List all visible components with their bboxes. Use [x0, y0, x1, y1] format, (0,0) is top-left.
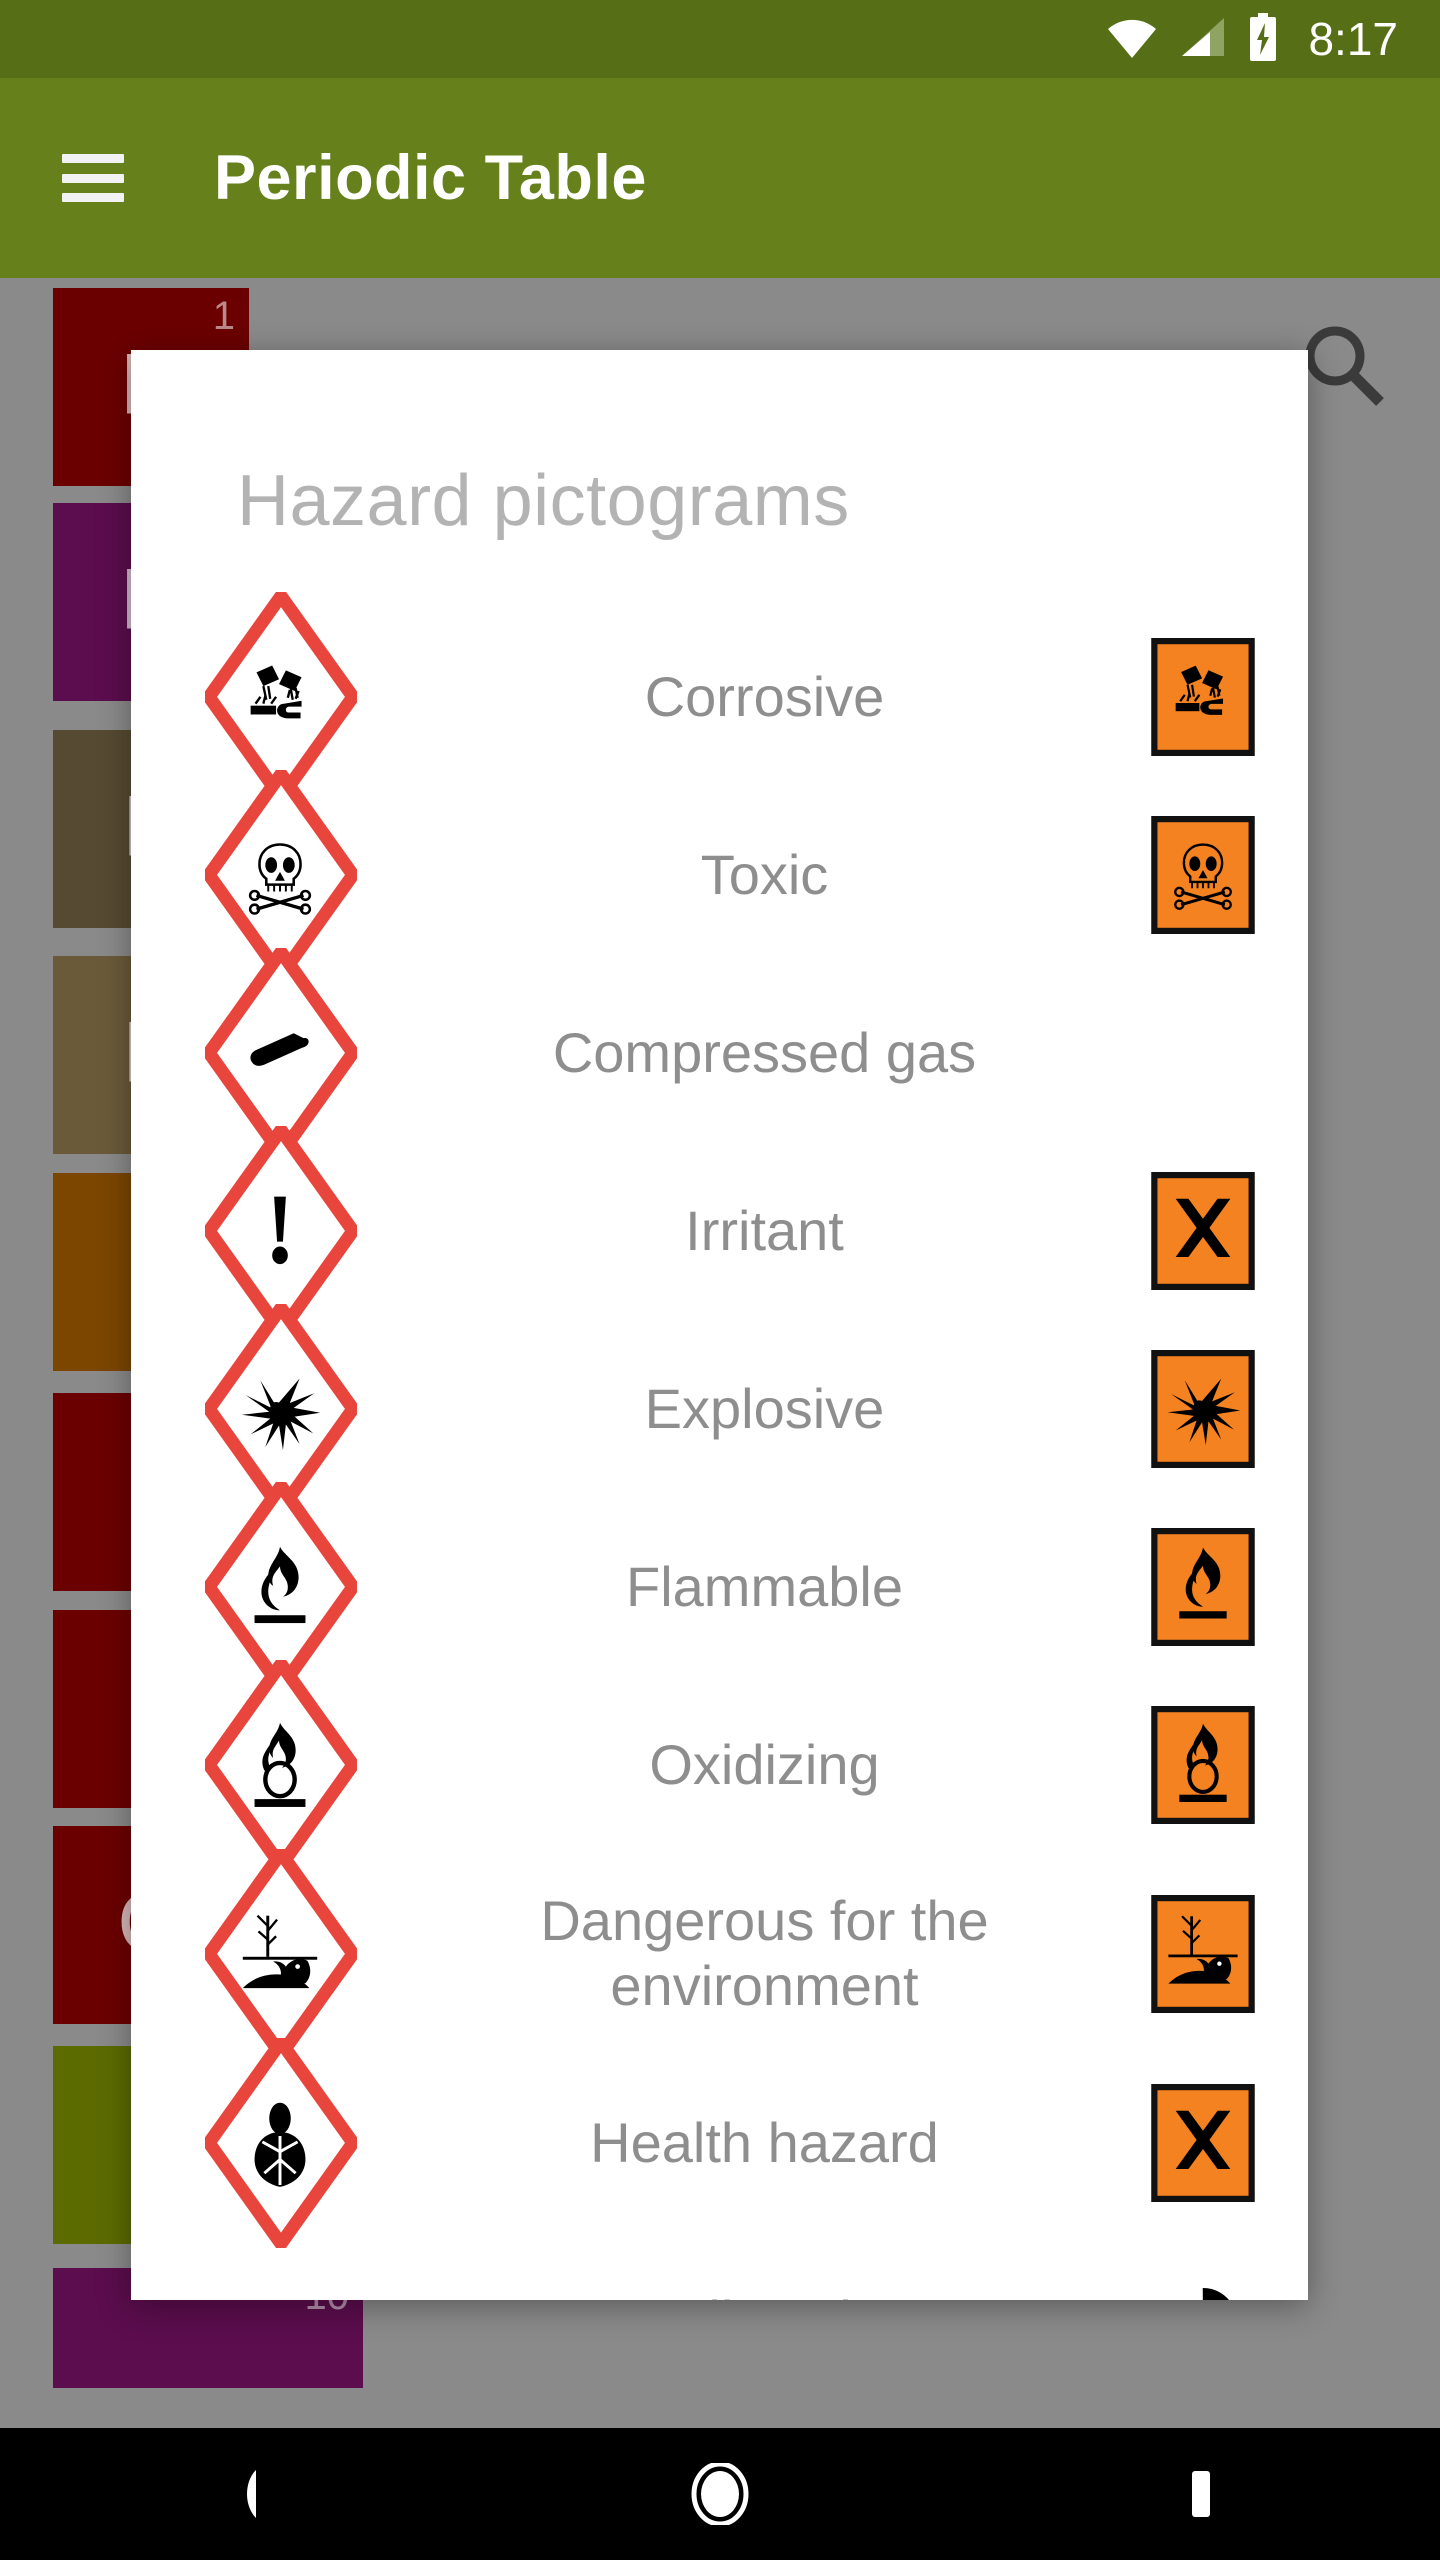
- hazard-label: Oxidizing: [649, 1732, 880, 1796]
- old-toxic-icon: [1098, 816, 1308, 934]
- old-harmful-x-icon: [1098, 2084, 1308, 2202]
- hazard-row[interactable]: Toxic: [131, 770, 1308, 980]
- ghs-environment-icon: [131, 1849, 431, 2059]
- hazard-row[interactable]: Oxidizing: [131, 1660, 1308, 1870]
- app-bar: Periodic Table: [0, 78, 1440, 278]
- hazard-label: Dangerous for the environment: [540, 1889, 989, 2017]
- old-flame-icon: [1098, 1528, 1308, 1646]
- search-icon[interactable]: [1296, 318, 1392, 414]
- dialog-title: Hazard pictograms: [237, 461, 850, 541]
- status-bar-clock: 8:17: [1308, 13, 1398, 65]
- hamburger-menu-icon[interactable]: [62, 154, 124, 202]
- recents-square-icon[interactable]: [1135, 2449, 1265, 2539]
- ghs-health-hazard-icon: [131, 2038, 431, 2248]
- hazard-pictograms-dialog: Hazard pictograms Corrosive Toxic Compre…: [131, 350, 1308, 2300]
- old-harmful-x-icon: [1098, 1172, 1308, 1290]
- hazard-pictogram-list[interactable]: Corrosive Toxic Compressed gas Irritant …: [131, 592, 1308, 2300]
- hazard-label: Explosive: [644, 1376, 885, 1440]
- legacy-orange-square: [1151, 1895, 1255, 2013]
- hazard-label: Corrosive: [644, 664, 885, 728]
- legacy-orange-square: [1151, 816, 1255, 934]
- legacy-orange-square: [1151, 1706, 1255, 1824]
- android-navigation-bar: [0, 2428, 1440, 2560]
- legacy-orange-square: [1151, 2084, 1255, 2202]
- element-number: 1: [212, 294, 235, 338]
- old-corrosive-icon: [1098, 638, 1308, 756]
- radioactive-trefoil-icon: [1098, 2269, 1308, 2300]
- old-explosive-icon: [1098, 1350, 1308, 1468]
- hazard-row[interactable]: Health hazard: [131, 2038, 1308, 2248]
- hazard-row[interactable]: Compressed gas: [131, 948, 1308, 1158]
- back-triangle-icon[interactable]: [175, 2449, 305, 2539]
- hazard-row[interactable]: Flammable: [131, 1482, 1308, 1692]
- ghs-diamond-shape: [205, 2038, 357, 2248]
- hazard-label: Flammable: [626, 1554, 903, 1618]
- hazard-row[interactable]: Dangerous for the environment: [131, 1849, 1308, 2059]
- battery-charging-icon: [1248, 12, 1278, 66]
- hazard-label: Irritant: [685, 1198, 844, 1262]
- ghs-oxidizing-icon: [131, 1660, 431, 1870]
- legacy-orange-square: [1151, 1350, 1255, 1468]
- legacy-orange-square: [1151, 1528, 1255, 1646]
- hazard-label: Compressed gas: [552, 1020, 977, 1084]
- ghs-diamond-shape: [205, 1660, 357, 1870]
- hazard-label: Toxic: [700, 842, 829, 906]
- hazard-label: Health hazard: [590, 2110, 939, 2174]
- hazard-label: Radioactive: [431, 2289, 1098, 2300]
- ghs-diamond-shape: [205, 1849, 357, 2059]
- old-environment-icon: [1098, 1895, 1308, 2013]
- page-title: Periodic Table: [214, 143, 647, 213]
- phone-screen: 8:17 Periodic Table 1HHBBO10 Hazard pict…: [0, 0, 1440, 2560]
- old-oxidizing-icon: [1098, 1706, 1308, 1824]
- wifi-icon: [1106, 16, 1158, 63]
- legacy-plain-symbol: [1202, 2288, 1233, 2300]
- home-circle-icon[interactable]: [655, 2449, 785, 2539]
- hazard-row[interactable]: Irritant: [131, 1126, 1308, 1336]
- legacy-orange-square: [1151, 1172, 1255, 1290]
- legacy-orange-square: [1151, 638, 1255, 756]
- cellular-signal-icon: [1180, 16, 1226, 63]
- hazard-row[interactable]: Explosive: [131, 1304, 1308, 1514]
- status-bar: 8:17: [0, 0, 1440, 78]
- hazard-row[interactable]: Corrosive: [131, 592, 1308, 802]
